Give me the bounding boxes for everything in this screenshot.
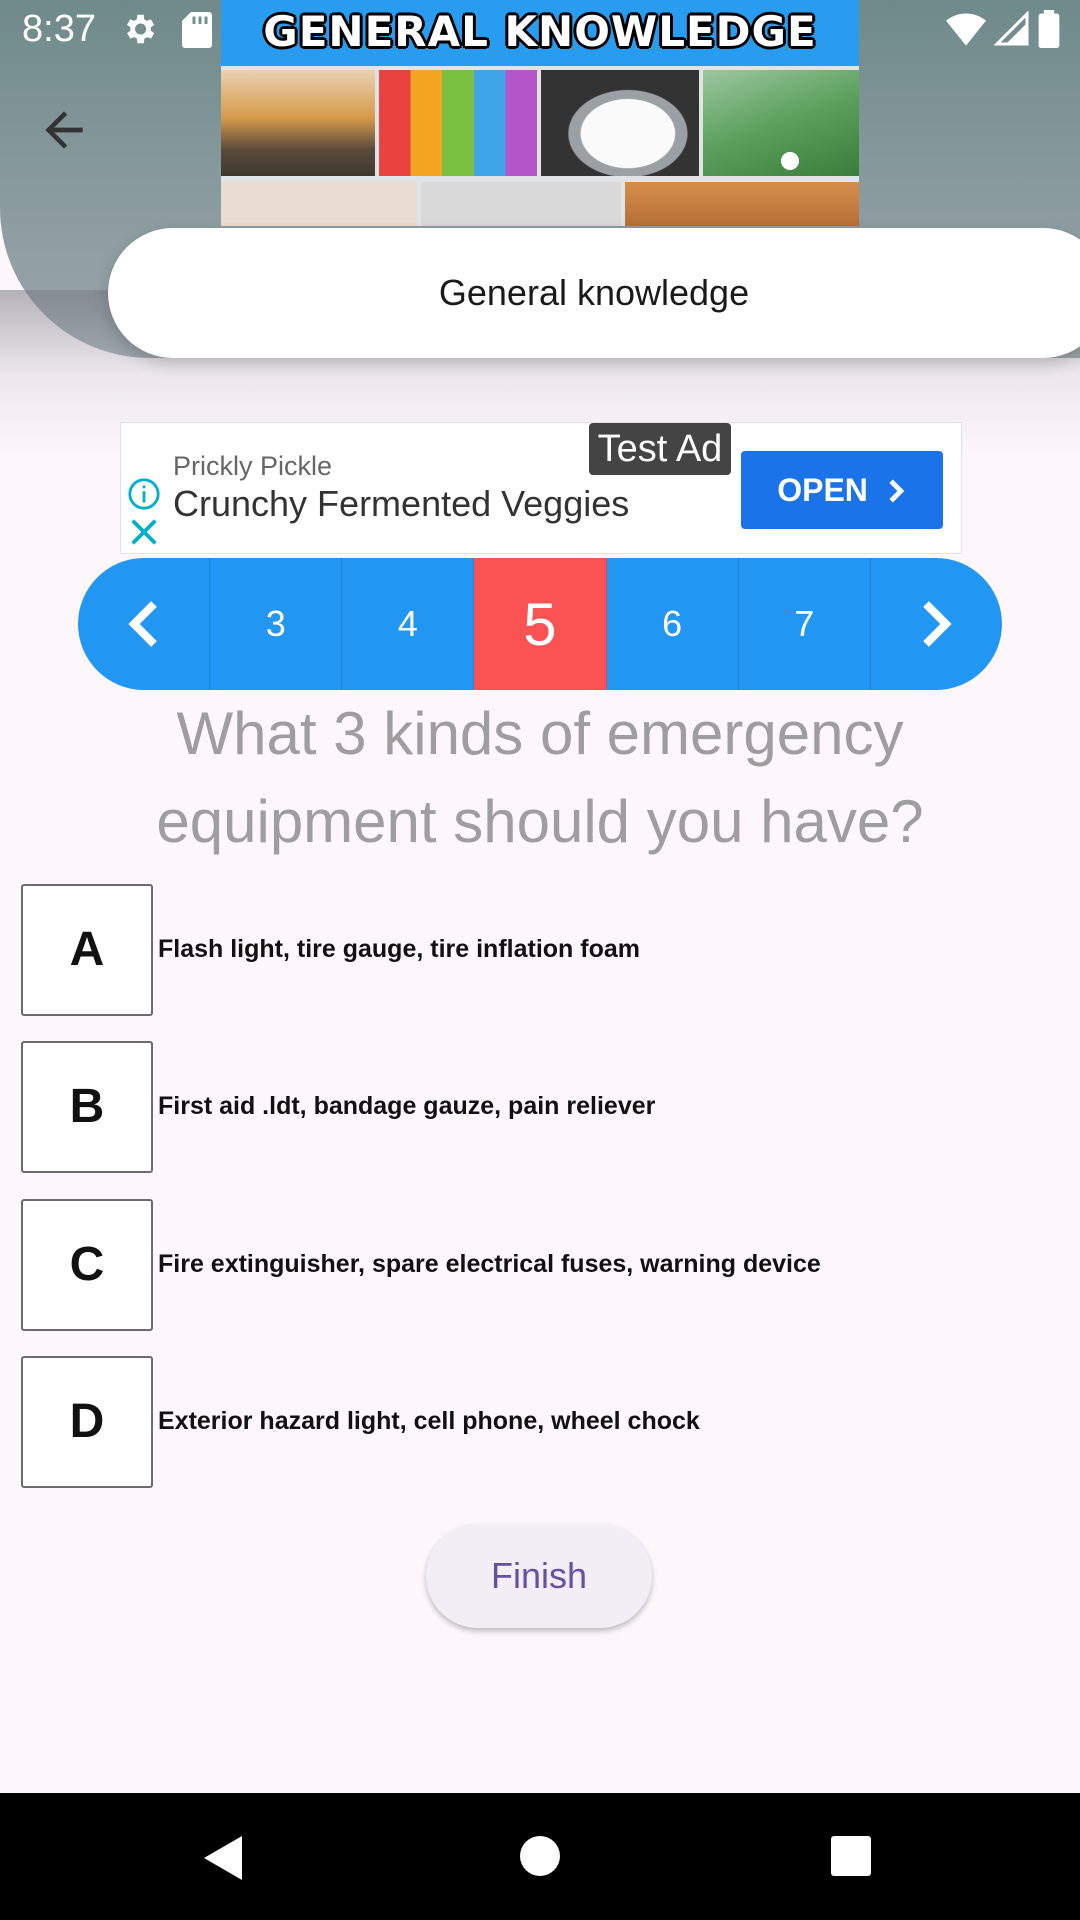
chevron-left-icon: [127, 601, 157, 647]
info-icon[interactable]: [127, 477, 161, 516]
pager-next-button[interactable]: [871, 558, 1002, 690]
wifi-icon: [946, 12, 986, 51]
option-text: First aid .ldt, bandage gauze, pain reli…: [158, 1092, 656, 1120]
close-icon[interactable]: [129, 517, 159, 552]
option-text: Flash light, tire gauge, tire inflation …: [158, 935, 640, 963]
option-letter: A: [21, 884, 153, 1016]
pager-item-4[interactable]: 4: [342, 558, 475, 690]
quiz-title-card: General knowledge: [108, 228, 1080, 358]
battery-icon: [1038, 10, 1060, 53]
recents-square-icon[interactable]: [830, 1835, 872, 1882]
banner-tile-origami: [221, 182, 417, 226]
option-letter: D: [21, 1356, 153, 1488]
question-pager: 3 4 5 6 7: [78, 558, 1002, 690]
ad-open-button[interactable]: OPEN: [741, 451, 943, 529]
signal-icon: [993, 10, 1030, 52]
ad-headline: Crunchy Fermented Veggies: [173, 483, 630, 524]
pager-item-7[interactable]: 7: [739, 558, 871, 690]
sd-card-icon: [182, 12, 212, 53]
ad-advertiser: Prickly Pickle: [173, 451, 333, 481]
banner-title: GENERAL KNOWLEDGE: [221, 0, 859, 66]
pager-item-5[interactable]: 5: [474, 558, 607, 690]
ad-open-label: OPEN: [777, 472, 868, 508]
banner-tile-music: [421, 182, 621, 226]
test-ad-badge: Test Ad: [589, 423, 731, 475]
chevron-right-icon: [923, 601, 953, 647]
chevron-right-icon: [889, 479, 905, 503]
banner-tile-car: [541, 70, 699, 176]
answer-option-d[interactable]: D Exterior hazard light, cell phone, whe…: [21, 1356, 1061, 1488]
system-nav-bar: [0, 1793, 1080, 1920]
back-button[interactable]: [36, 102, 92, 158]
banner-tile-fountain: [625, 182, 859, 226]
banner-tile-golf: [703, 70, 859, 176]
status-time: 8:37: [22, 8, 96, 50]
back-triangle-icon[interactable]: [200, 1833, 246, 1888]
banner-tile-city: [221, 70, 375, 176]
option-letter: B: [21, 1041, 153, 1173]
banner-image: GENERAL KNOWLEDGE: [221, 0, 859, 226]
option-text: Fire extinguisher, spare electrical fuse…: [158, 1250, 821, 1278]
option-letter: C: [21, 1199, 153, 1331]
pager-prev-button[interactable]: [78, 558, 211, 690]
question-text: What 3 kinds of emergency equipment shou…: [156, 700, 924, 855]
finish-button[interactable]: Finish: [426, 1524, 652, 1628]
arrow-left-icon: [45, 111, 83, 149]
answer-option-b[interactable]: B First aid .ldt, bandage gauze, pain re…: [21, 1041, 1061, 1173]
banner-tile-keyboard: [379, 70, 537, 176]
home-circle-icon[interactable]: [519, 1835, 561, 1882]
answer-option-a[interactable]: A Flash light, tire gauge, tire inflatio…: [21, 884, 1061, 1016]
pager-item-3[interactable]: 3: [210, 558, 343, 690]
answer-option-c[interactable]: C Fire extinguisher, spare electrical fu…: [21, 1199, 1061, 1331]
pager-item-6[interactable]: 6: [607, 558, 739, 690]
settings-icon: [120, 10, 158, 53]
ad-banner[interactable]: Test Ad Prickly Pickle Crunchy Fermented…: [120, 422, 962, 554]
option-text: Exterior hazard light, cell phone, wheel…: [158, 1407, 700, 1435]
quiz-title: General knowledge: [438, 272, 750, 313]
